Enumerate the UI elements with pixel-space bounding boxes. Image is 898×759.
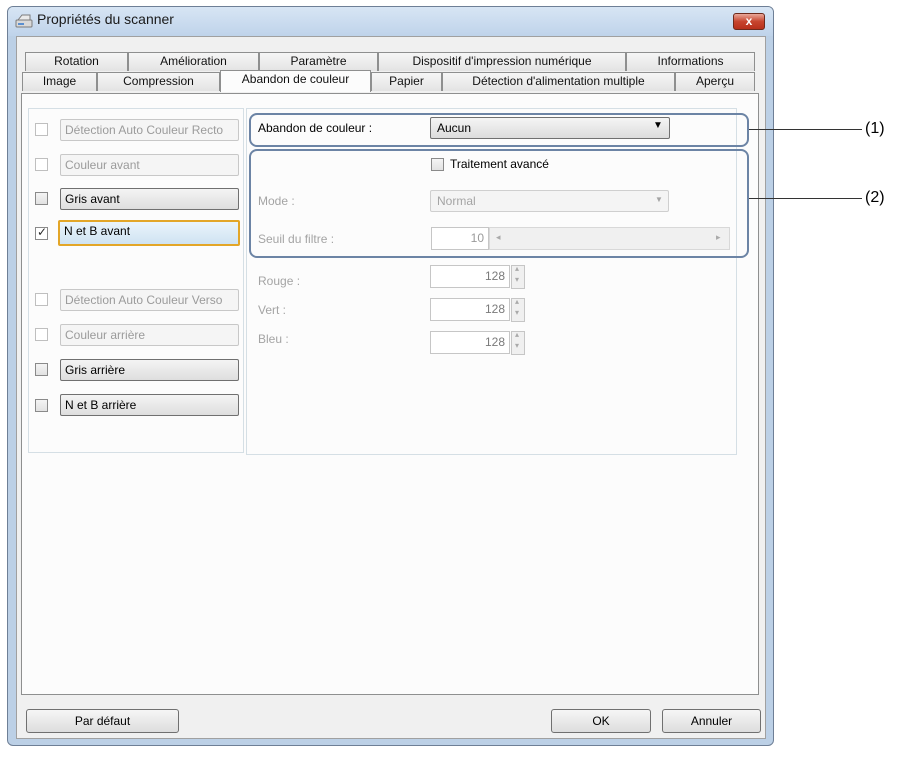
red-value-field[interactable]: 128 bbox=[430, 265, 510, 288]
ok-button[interactable]: OK bbox=[551, 709, 651, 733]
green-spinner[interactable] bbox=[511, 297, 525, 322]
red-spinner[interactable] bbox=[511, 264, 525, 289]
checkbox-auto-color-back[interactable] bbox=[35, 293, 48, 306]
callout-label-2: (2) bbox=[865, 189, 885, 206]
callout-box-2 bbox=[249, 149, 749, 258]
blue-value-field[interactable]: 128 bbox=[430, 331, 510, 354]
cancel-button[interactable]: Annuler bbox=[662, 709, 761, 733]
callout-box-1 bbox=[249, 113, 749, 147]
tab-amelioration[interactable]: Amélioration bbox=[128, 52, 259, 71]
checkbox-auto-color-front[interactable] bbox=[35, 123, 48, 136]
tab-parametre[interactable]: Paramètre bbox=[259, 52, 378, 71]
tab-informations[interactable]: Informations bbox=[626, 52, 755, 71]
tab-abandon-couleur[interactable]: Abandon de couleur bbox=[220, 70, 371, 92]
checkbox-color-back[interactable] bbox=[35, 328, 48, 341]
item-color-front[interactable]: Couleur avant bbox=[60, 154, 239, 176]
item-auto-color-front[interactable]: Détection Auto Couleur Recto bbox=[60, 119, 239, 141]
checkbox-gray-back[interactable] bbox=[35, 363, 48, 376]
checkbox-color-front[interactable] bbox=[35, 158, 48, 171]
tab-dispositif-impression[interactable]: Dispositif d'impression numérique bbox=[378, 52, 626, 71]
item-gray-back[interactable]: Gris arrière bbox=[60, 359, 239, 381]
tab-detection-alimentation[interactable]: Détection d'alimentation multiple bbox=[442, 72, 675, 91]
item-bw-back[interactable]: N et B arrière bbox=[60, 394, 239, 416]
item-bw-front[interactable]: N et B avant bbox=[58, 220, 240, 246]
tab-apercu[interactable]: Aperçu bbox=[675, 72, 755, 91]
red-label: Rouge : bbox=[258, 274, 301, 288]
item-auto-color-back[interactable]: Détection Auto Couleur Verso bbox=[60, 289, 239, 311]
close-icon: x bbox=[745, 14, 753, 28]
window-title: Propriétés du scanner bbox=[37, 11, 174, 27]
tab-image[interactable]: Image bbox=[22, 72, 97, 91]
item-gray-front[interactable]: Gris avant bbox=[60, 188, 239, 210]
green-value-field[interactable]: 128 bbox=[430, 298, 510, 321]
tab-compression[interactable]: Compression bbox=[97, 72, 220, 91]
blue-spinner[interactable] bbox=[511, 330, 525, 355]
callout-label-1: (1) bbox=[865, 120, 885, 137]
close-button[interactable]: x bbox=[733, 13, 765, 30]
green-label: Vert : bbox=[258, 303, 287, 317]
callout-line-2 bbox=[749, 198, 862, 199]
callout-line-1 bbox=[749, 129, 862, 130]
default-button[interactable]: Par défaut bbox=[26, 709, 179, 733]
checkbox-bw-front[interactable] bbox=[35, 225, 48, 240]
scanner-icon bbox=[15, 13, 33, 29]
checkbox-gray-front[interactable] bbox=[35, 192, 48, 205]
blue-label: Bleu : bbox=[258, 332, 289, 346]
item-color-back[interactable]: Couleur arrière bbox=[60, 324, 239, 346]
checkbox-bw-back[interactable] bbox=[35, 399, 48, 412]
tab-rotation[interactable]: Rotation bbox=[25, 52, 128, 71]
tab-papier[interactable]: Papier bbox=[371, 72, 442, 91]
